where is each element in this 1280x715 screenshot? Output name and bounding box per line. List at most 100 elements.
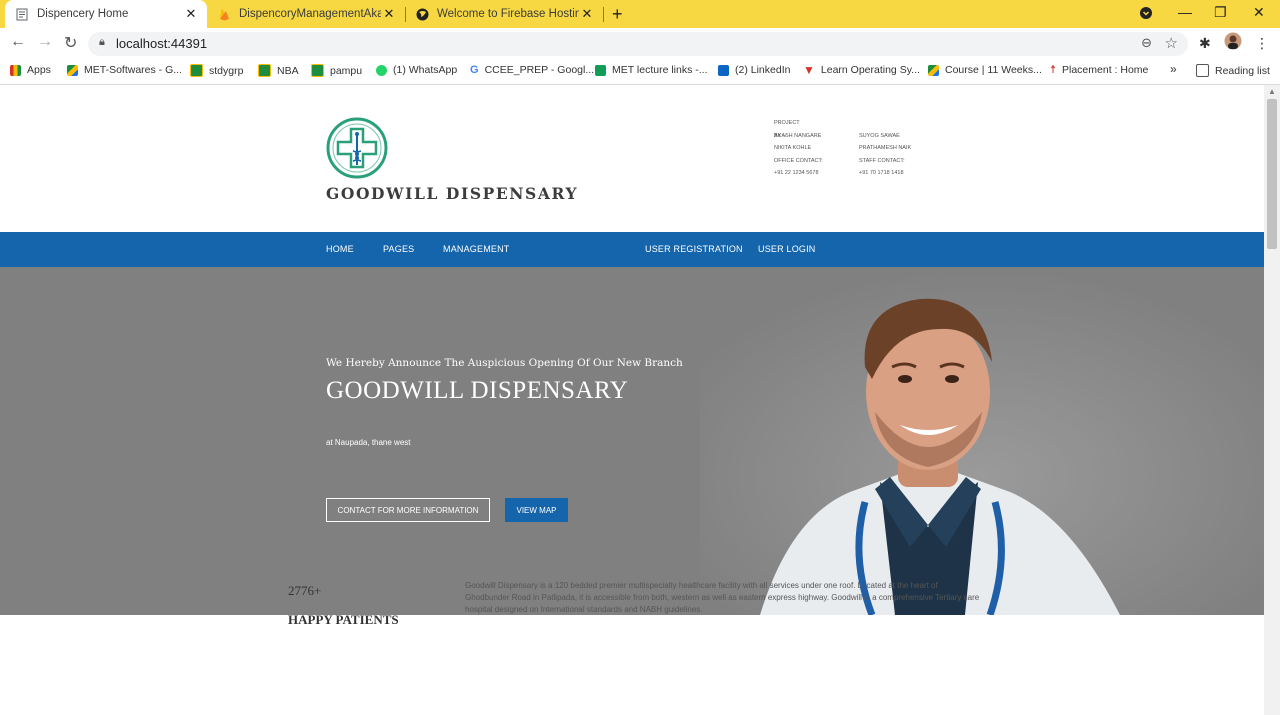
hero-location: at Naupada, thane west xyxy=(326,438,411,447)
classroom-icon xyxy=(311,64,324,77)
linkedin-icon xyxy=(718,64,729,76)
bookmark-star-icon[interactable]: ☆ xyxy=(1165,34,1178,52)
nav-management[interactable]: MANAGEMENT xyxy=(443,244,510,254)
address-bar[interactable]: 🔒︎ localhost:44391 ⊖ ☆ xyxy=(88,32,1188,56)
nav-home[interactable]: HOME xyxy=(326,244,354,254)
office-contact-number: +91 22 1234 5678 xyxy=(774,170,819,176)
close-tab-icon[interactable]: ✕ xyxy=(381,6,397,22)
reading-list-icon xyxy=(1196,64,1209,77)
tab-title: Dispencery Home xyxy=(37,8,129,20)
site-brand: GOODWILL DISPENSARY xyxy=(326,184,579,203)
zoom-icon[interactable]: ⊖ xyxy=(1141,35,1152,51)
minimize-icon[interactable]: — xyxy=(1178,4,1192,20)
drive-icon xyxy=(67,64,78,76)
bookmark-label: (2) LinkedIn xyxy=(735,64,791,76)
hero-banner: We Hereby Announce The Auspicious Openin… xyxy=(0,267,1264,615)
office-contact-label: OFFICE CONTACT: xyxy=(774,157,823,164)
whatsapp-icon xyxy=(376,64,387,76)
about-text: Goodwill Dispensary is a 120 bedded prem… xyxy=(465,581,980,614)
bookmark-learn-os[interactable]: ▼ Learn Operating Sy... xyxy=(803,62,920,77)
close-tab-icon[interactable]: ✕ xyxy=(579,6,595,22)
v-icon: ▼ xyxy=(803,62,815,77)
bookmark-label: (1) WhatsApp xyxy=(393,64,458,76)
bookmark-placement[interactable]: ☨ Placement : Home xyxy=(1050,64,1148,76)
bookmark-apps[interactable]: Apps xyxy=(10,64,51,76)
staff-contact-number: +91 70 1718 1418 xyxy=(859,170,904,176)
bookmark-label: MET-Softwares - G... xyxy=(84,64,183,76)
maximize-icon[interactable]: ❐ xyxy=(1214,4,1227,21)
tab-title: DispencoryManagementAkash xyxy=(239,8,381,20)
bookmark-label: MET lecture links -... xyxy=(612,64,708,76)
bookmark-met-lecture-links[interactable]: MET lecture links -... xyxy=(595,64,708,76)
bookmark-stdygrp[interactable]: stdygrp xyxy=(190,64,243,77)
bookmark-label: NBA xyxy=(277,64,299,77)
tab-search-icon[interactable] xyxy=(1140,6,1152,22)
tab-dispencery-home[interactable]: Dispencery Home ✕ xyxy=(5,0,207,28)
address-text: localhost:44391 xyxy=(116,36,208,51)
kebab-menu-icon[interactable]: ⋮ xyxy=(1255,35,1269,52)
credit-name: SUYOG SAWAE xyxy=(859,132,900,139)
reload-icon[interactable]: ↻ xyxy=(64,33,77,53)
bookmarks-bar: Apps MET-Softwares - G... stdygrp NBA pa… xyxy=(0,60,1280,85)
nav-user-login[interactable]: USER LOGIN xyxy=(758,244,816,254)
bookmark-label: Placement : Home xyxy=(1062,64,1149,76)
logo-icon xyxy=(326,117,388,179)
classroom-icon xyxy=(190,64,203,77)
tab-separator xyxy=(603,7,604,22)
back-icon[interactable]: ← xyxy=(10,33,26,51)
contact-info-button[interactable]: CONTACT FOR MORE INFORMATION xyxy=(326,498,490,522)
view-map-button[interactable]: VIEW MAP xyxy=(505,498,568,522)
firebase-icon xyxy=(217,7,231,21)
tab-firebase-hosting[interactable]: Welcome to Firebase Hosting ✕ xyxy=(405,0,603,28)
close-window-icon[interactable]: ✕ xyxy=(1253,4,1265,21)
bookmark-linkedin[interactable]: (2) LinkedIn xyxy=(718,64,790,76)
avatar[interactable] xyxy=(1224,32,1242,53)
new-tab-button[interactable]: + xyxy=(612,4,623,25)
patients-label: HAPPY PATIENTS xyxy=(288,612,399,627)
reading-list-button[interactable]: Reading list xyxy=(1196,64,1270,77)
page-scrollbar[interactable]: ▲ xyxy=(1264,85,1280,715)
nav-user-registration[interactable]: USER REGISTRATION xyxy=(645,244,743,254)
forward-icon[interactable]: → xyxy=(37,33,53,51)
browser-toolbar: ← → ↻ 🔒︎ localhost:44391 ⊖ ☆ ✱ ⋮ xyxy=(0,28,1280,60)
web-page: GOODWILL DISPENSARY PROJECT BY :- AKASH … xyxy=(0,85,1264,715)
google-icon: G xyxy=(470,63,479,76)
nav-pages[interactable]: PAGES xyxy=(383,244,414,254)
bookmark-label: Learn Operating Sy... xyxy=(820,64,920,76)
bookmark-course[interactable]: Course | 11 Weeks... xyxy=(928,64,1042,76)
extensions-icon[interactable]: ✱ xyxy=(1199,35,1211,52)
bookmark-pampu[interactable]: pampu xyxy=(311,64,362,77)
lock-icon: 🔒︎ xyxy=(99,36,105,48)
bookmark-met-softwares[interactable]: MET-Softwares - G... xyxy=(67,64,182,76)
staff-contact-label: STAFF CONTACT: xyxy=(859,157,905,164)
bookmark-label: pampu xyxy=(330,64,363,77)
bookmark-label: stdygrp xyxy=(209,64,244,77)
bookmark-nba[interactable]: NBA xyxy=(258,64,299,77)
credit-name: PRATHAMESH NAIK xyxy=(859,145,912,151)
globe-icon xyxy=(415,7,429,21)
doctor-image xyxy=(700,267,1264,615)
hero-subtitle: We Hereby Announce The Auspicious Openin… xyxy=(326,357,683,369)
apps-grid-icon xyxy=(10,64,21,76)
bookmarks-overflow-button[interactable]: » xyxy=(1170,62,1177,76)
bookmark-label: Apps xyxy=(27,64,51,76)
drive-icon xyxy=(928,64,939,76)
tab-dispensary-management[interactable]: DispencoryManagementAkash ✕ xyxy=(207,0,405,28)
bookmark-label: Course | 11 Weeks... xyxy=(945,64,1042,76)
sheets-icon xyxy=(595,64,606,76)
bookmark-ccee-prep[interactable]: G CCEE_PREP - Googl... xyxy=(470,64,594,76)
runner-icon: ☨ xyxy=(1050,63,1056,76)
patients-count: 2776+ xyxy=(288,583,322,598)
bookmark-whatsapp[interactable]: (1) WhatsApp xyxy=(376,64,457,76)
reading-list-label: Reading list xyxy=(1215,64,1270,77)
credit-name: AKASH NANGARE xyxy=(774,132,822,139)
main-nav: HOME PAGES MANAGEMENT USER REGISTRATION … xyxy=(0,232,1264,267)
credit-name: NIKITA KOHLE xyxy=(774,145,812,151)
page-icon xyxy=(15,7,29,21)
close-tab-icon[interactable]: ✕ xyxy=(183,6,199,22)
scrollbar-thumb[interactable] xyxy=(1267,99,1277,249)
bookmark-label: CCEE_PREP - Googl... xyxy=(484,64,595,76)
classroom-icon xyxy=(258,64,271,77)
hero-title: GOODWILL DISPENSARY xyxy=(326,377,629,404)
scroll-up-icon[interactable]: ▲ xyxy=(1268,87,1276,96)
